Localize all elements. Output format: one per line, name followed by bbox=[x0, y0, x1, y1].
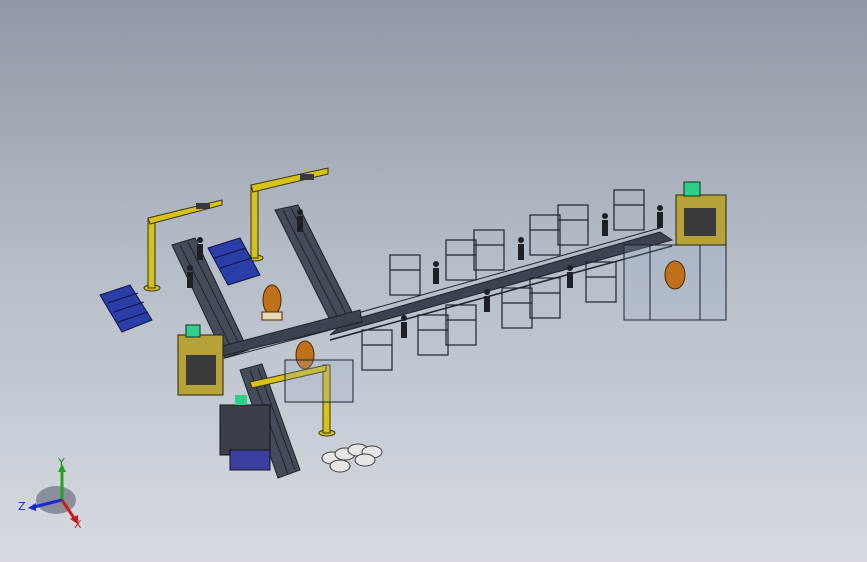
center-conveyor bbox=[274, 204, 353, 321]
cylinder-parts bbox=[321, 443, 383, 473]
robot-cell-lower bbox=[284, 359, 354, 403]
triad-x-label: X bbox=[74, 518, 82, 531]
triad-y-label: Y bbox=[57, 456, 65, 469]
machine-unit-lower bbox=[219, 395, 271, 471]
triad-z-label: Z bbox=[18, 500, 26, 513]
control-cabinet-left bbox=[177, 324, 224, 396]
triad-z-arrow-icon bbox=[28, 503, 36, 511]
cad-viewport[interactable]: Y Z X bbox=[0, 0, 867, 562]
coordinate-triad[interactable]: Y Z X bbox=[18, 456, 82, 531]
pallet-stack-left bbox=[99, 284, 153, 333]
robot-cell-right bbox=[623, 244, 727, 321]
robot-arm-center bbox=[261, 284, 283, 321]
control-cabinet-right bbox=[675, 181, 727, 246]
